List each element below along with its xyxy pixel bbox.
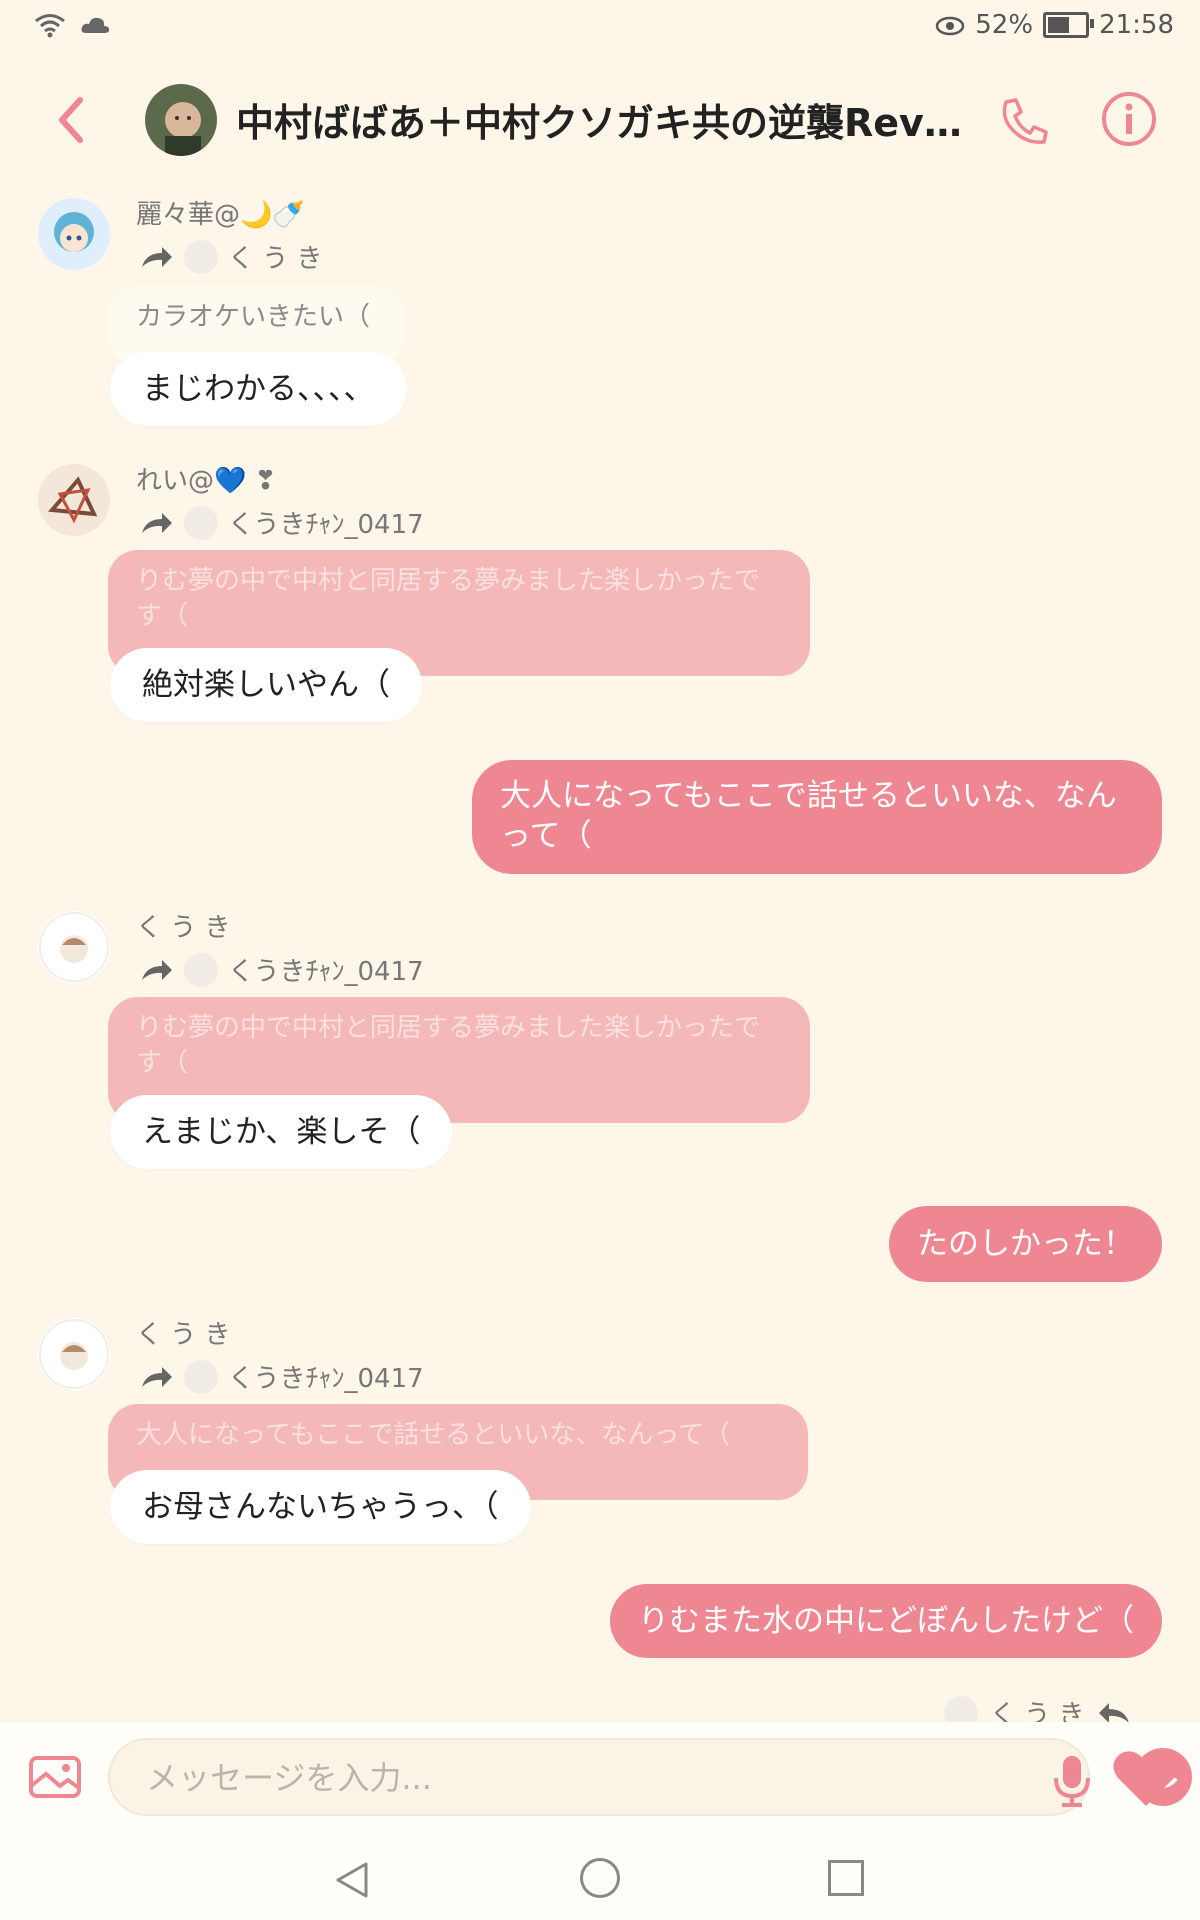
- message-bubble[interactable]: えまじか、楽しそ（: [110, 1095, 453, 1169]
- back-arrow-icon[interactable]: [52, 92, 92, 148]
- info-icon[interactable]: [1100, 90, 1158, 148]
- chat-header: 中村ばばあ＋中村クソガキ共の逆襲Revo..: [0, 70, 1200, 170]
- reply-arrow-icon: [142, 246, 172, 267]
- microphone-icon[interactable]: [1052, 1754, 1092, 1808]
- heart-icon[interactable]: [1112, 1748, 1180, 1808]
- avatar[interactable]: [38, 198, 110, 270]
- sender-name: く う き: [136, 913, 231, 943]
- chat-title[interactable]: 中村ばばあ＋中村クソガキ共の逆襲Revo..: [236, 92, 966, 147]
- reply-reference[interactable]: くうきﾁｬﾝ_0417: [140, 1358, 424, 1395]
- reply-avatar: [184, 505, 218, 540]
- avatar[interactable]: [38, 464, 110, 536]
- reply-arrow-icon: [142, 959, 172, 980]
- nav-back-icon[interactable]: [330, 1858, 374, 1902]
- message-outgoing[interactable]: りむまた水の中にどぼんしたけど（: [610, 1584, 1162, 1658]
- sender-name: く う き: [136, 1320, 231, 1350]
- reply-avatar: [184, 239, 218, 274]
- reply-reference[interactable]: くうきﾁｬﾝ_0417: [140, 504, 424, 541]
- sender-name: れい@💙 ❣: [136, 466, 277, 496]
- gallery-icon[interactable]: [28, 1752, 82, 1800]
- eye-comfort-icon: [936, 16, 965, 36]
- message-input-field[interactable]: [108, 1738, 1192, 1816]
- status-right: 52% 21:58: [935, 10, 1174, 40]
- avatar[interactable]: [38, 911, 110, 983]
- system-nav-bar: [0, 1842, 1200, 1920]
- wifi-icon: [35, 14, 65, 38]
- reply-arrow-icon: [142, 1366, 172, 1387]
- clock: 21:58: [1099, 10, 1174, 40]
- status-bar: 52% 21:58: [0, 0, 1200, 60]
- battery-percent: 52%: [975, 10, 1034, 40]
- message-bubble[interactable]: お母さんないちゃうっ、（: [110, 1470, 531, 1544]
- sender-name: 麗々華@🌙🍼: [136, 200, 305, 230]
- message-outgoing[interactable]: 大人になってもここで話せるといいな、なんって（: [472, 760, 1162, 874]
- reply-avatar: [184, 1359, 218, 1394]
- message-input[interactable]: [144, 1740, 908, 1816]
- message-outgoing[interactable]: たのしかった！: [889, 1206, 1162, 1282]
- nav-recent-apps-icon[interactable]: [828, 1860, 864, 1896]
- message-bubble[interactable]: 絶対楽しいやん（: [110, 648, 422, 722]
- reply-avatar: [184, 952, 218, 987]
- reply-reference[interactable]: くうきﾁｬﾝ_0417: [140, 951, 424, 988]
- status-left: [34, 12, 110, 38]
- reply-arrow-icon: [142, 512, 172, 533]
- avatar[interactable]: [38, 1318, 110, 1390]
- cloud-icon: [81, 17, 110, 33]
- message-bubble[interactable]: まじわかる、、、、: [110, 352, 407, 426]
- message-input-bar: [0, 1722, 1200, 1842]
- reply-back-arrow-icon: [1098, 1702, 1129, 1723]
- nav-home-icon[interactable]: [580, 1858, 620, 1898]
- reply-reference[interactable]: く う き: [140, 238, 323, 275]
- group-avatar[interactable]: [145, 84, 217, 156]
- battery-icon: [1043, 12, 1095, 38]
- phone-icon[interactable]: [996, 94, 1052, 150]
